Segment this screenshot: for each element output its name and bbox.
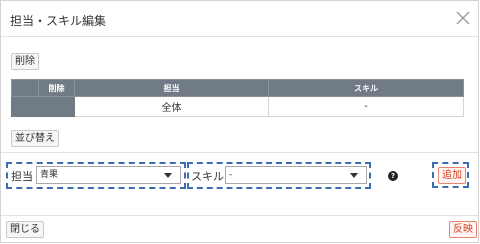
skill-select[interactable]: -	[225, 166, 367, 184]
row-assignee-cell: 全体	[74, 96, 269, 117]
close-icon[interactable]	[455, 10, 471, 26]
footer-divider	[1, 215, 478, 216]
add-button[interactable]: 追加	[438, 167, 466, 184]
question-circle-icon[interactable]: ?	[388, 171, 398, 181]
dialog-title: 担当・スキル編集	[10, 14, 107, 28]
header-skill: スキル	[268, 79, 464, 97]
apply-button[interactable]: 反映	[449, 221, 477, 238]
table-row[interactable]: 全体 -	[11, 96, 464, 117]
header-assignee: 担当	[74, 79, 269, 97]
form-divider	[1, 152, 478, 153]
assignee-label: 担当	[11, 170, 33, 183]
chevron-down-icon	[350, 173, 358, 178]
row-delete-cell[interactable]	[38, 96, 75, 117]
header-divider	[1, 36, 478, 37]
edit-dialog: 担当・スキル編集 削除 削除 担当 スキル 全体 - 並び替え 担当 青果 スキ…	[0, 0, 479, 243]
skill-label: スキル	[191, 170, 224, 183]
assignee-select-value: 青果	[40, 170, 59, 180]
delete-button[interactable]: 削除	[11, 53, 39, 70]
assignee-select[interactable]: 青果	[36, 166, 181, 184]
sort-button[interactable]: 並び替え	[11, 130, 59, 147]
header-delete: 削除	[38, 79, 75, 97]
row-skill-cell: -	[268, 96, 464, 117]
chevron-down-icon	[164, 173, 172, 178]
assignee-skill-table: 削除 担当 スキル 全体 -	[11, 79, 464, 117]
table-header-row: 削除 担当 スキル	[11, 79, 464, 97]
row-blank-cell	[11, 96, 39, 117]
close-button[interactable]: 閉じる	[6, 221, 44, 238]
skill-select-value: -	[229, 170, 233, 180]
header-blank	[11, 79, 39, 97]
